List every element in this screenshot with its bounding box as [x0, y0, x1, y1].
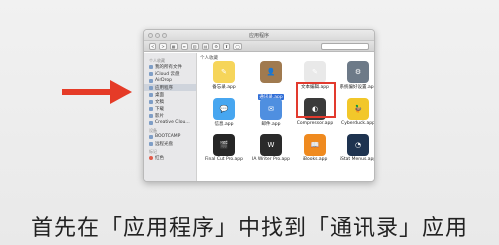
cover-flow-button[interactable]: ▤ — [201, 42, 210, 50]
app-label: 邮件.app — [261, 122, 281, 127]
title-bar: 应用程序 — [144, 30, 374, 41]
app-item[interactable]: ✉ 邮件.app — [249, 98, 293, 127]
sidebar-item-all-files[interactable]: 我的所有文件 — [144, 63, 196, 70]
app-label: Compressor.app — [296, 121, 334, 126]
sidebar-item-bootcamp[interactable]: BOOTCAMP — [144, 133, 196, 140]
sidebar-item-movies[interactable]: 影片 — [144, 112, 196, 119]
finder-window: 应用程序 < > ▦ ≡ ▥ ▤ ⚙ ⬆ ◯ 个人收藏 我的所有文件 iClou… — [143, 29, 375, 182]
app-label: 系统偏好设置.app — [339, 85, 375, 90]
sidebar-header-favorites: 个人收藏 — [149, 58, 165, 63]
sidebar-item-documents[interactable]: 文稿 — [144, 98, 196, 105]
cyberduck-icon: 🦆 — [347, 98, 369, 120]
finalcut-icon: 🎬 — [213, 134, 235, 156]
sidebar-item-remote-disc[interactable]: 远程光盘 — [144, 140, 196, 147]
window-title: 应用程序 — [248, 33, 269, 39]
back-button[interactable]: < — [149, 42, 157, 50]
action-gear-button[interactable]: ⚙ — [212, 42, 221, 50]
tutorial-stage: 应用程序 < > ▦ ≡ ▥ ▤ ⚙ ⬆ ◯ 个人收藏 我的所有文件 iClou… — [0, 0, 499, 245]
sidebar-item-creative-cloud[interactable]: Creative Clou… — [144, 119, 196, 126]
app-label: iStat Menus.app — [339, 157, 375, 162]
sidebar-item-icloud[interactable]: iCloud 云盘 — [144, 70, 196, 77]
mail-icon: ✉ — [260, 98, 282, 120]
search-field[interactable] — [321, 42, 369, 50]
forward-button[interactable]: > — [159, 42, 167, 50]
app-item[interactable]: ✎ 备忘录.app — [202, 61, 246, 90]
disc-icon — [149, 141, 153, 146]
app-label: IA Writer Pro.app — [252, 157, 290, 162]
red-arrow-icon — [62, 80, 132, 104]
share-button[interactable]: ⬆ — [223, 42, 231, 50]
toolbar: < > ▦ ≡ ▥ ▤ ⚙ ⬆ ◯ — [144, 41, 374, 52]
sidebar-item-downloads[interactable]: 下载 — [144, 105, 196, 112]
red-tag-icon — [149, 155, 153, 160]
sidebar-item-tag-red[interactable]: 红色 — [144, 154, 196, 161]
documents-icon — [149, 99, 153, 104]
tags-button[interactable]: ◯ — [233, 42, 242, 50]
system-prefs-icon: ⚙ — [347, 61, 369, 83]
app-item[interactable]: ◔ iStat Menus.app — [336, 134, 375, 162]
app-label: iBooks.app — [302, 157, 328, 162]
all-files-icon — [149, 64, 153, 69]
icon-view-button[interactable]: ▦ — [169, 42, 178, 50]
notes-icon: ✎ — [213, 61, 235, 83]
sidebar-header-tags: 标记 — [149, 149, 157, 154]
list-view-button[interactable]: ≡ — [180, 42, 188, 50]
sidebar-item-applications[interactable]: 应用程序 — [144, 84, 196, 91]
instruction-caption: 首先在「应用程序」中找到「通讯录」应用 — [30, 216, 468, 241]
contacts-icon: 👤 — [260, 61, 282, 83]
creative-cloud-icon — [149, 120, 153, 125]
app-label: Cyberduck.app — [341, 121, 375, 126]
app-label: Final Cut Pro.app — [205, 157, 243, 162]
download-icon — [149, 106, 153, 111]
sidebar-item-airdrop[interactable]: AirDrop — [144, 77, 196, 84]
app-item[interactable]: 💬 信息.app — [202, 98, 246, 127]
sidebar: 个人收藏 我的所有文件 iCloud 云盘 AirDrop 应用程序 桌面 文稿… — [144, 53, 197, 181]
window-body: 个人收藏 我的所有文件 iCloud 云盘 AirDrop 应用程序 桌面 文稿… — [144, 53, 374, 181]
app-item[interactable]: 🎬 Final Cut Pro.app — [202, 134, 246, 162]
app-item[interactable]: 📖 iBooks.app — [293, 134, 337, 162]
file-grid: 个人收藏 ✎备忘录.app👤通讯录.app✎文本编辑.app⚙系统偏好设置.ap… — [197, 53, 374, 181]
textedit-icon: ✎ — [304, 61, 326, 83]
column-view-button[interactable]: ▥ — [190, 42, 199, 50]
sidebar-header-devices: 设备 — [149, 128, 157, 133]
disk-icon — [149, 134, 153, 139]
ibooks-icon: 📖 — [304, 134, 326, 156]
app-item[interactable]: W IA Writer Pro.app — [249, 134, 293, 162]
app-item[interactable]: 🦆 Cyberduck.app — [336, 98, 375, 126]
app-item[interactable]: 👤通讯录.app — [249, 61, 293, 102]
app-label: 信息.app — [214, 122, 234, 127]
app-label: 备忘录.app — [212, 85, 236, 90]
iawriter-icon: W — [260, 134, 282, 156]
cloud-icon — [149, 71, 153, 76]
messages-icon: 💬 — [213, 98, 235, 120]
applications-icon — [149, 85, 153, 90]
istat-icon: ◔ — [347, 134, 369, 156]
movies-icon — [149, 113, 153, 118]
sidebar-item-desktop[interactable]: 桌面 — [144, 91, 196, 98]
airdrop-icon — [149, 78, 153, 83]
desktop-icon — [149, 92, 153, 97]
app-item[interactable]: ⚙ 系统偏好设置.app — [336, 61, 375, 90]
contacts-highlight-box — [296, 82, 336, 118]
